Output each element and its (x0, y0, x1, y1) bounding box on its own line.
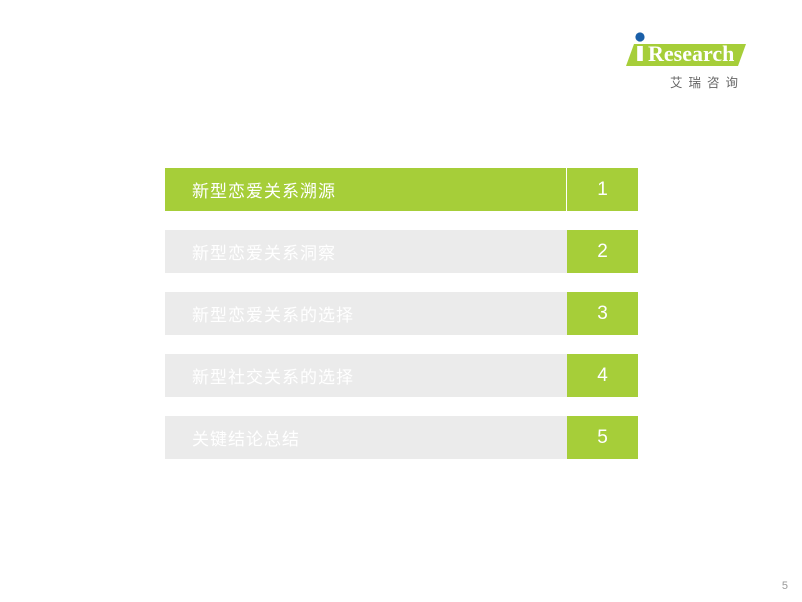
agenda-item-3[interactable]: 新型恋爱关系的选择 3 (165, 292, 638, 335)
slide-canvas: Research 艾瑞咨询 新型恋爱关系溯源 1 新型恋爱关系洞察 2 新型恋爱… (0, 0, 802, 602)
agenda-item-2-title: 新型恋爱关系洞察 (165, 230, 567, 273)
agenda-item-2-number: 2 (567, 230, 638, 273)
agenda-item-2[interactable]: 新型恋爱关系洞察 2 (165, 230, 638, 273)
agenda-list: 新型恋爱关系溯源 1 新型恋爱关系洞察 2 新型恋爱关系的选择 3 新型社交关系… (165, 168, 638, 459)
iresearch-logo: Research 艾瑞咨询 (566, 32, 746, 91)
logo-graphic: Research (626, 32, 746, 66)
agenda-item-1-number: 1 (566, 168, 638, 211)
logo-mark: Research (566, 32, 746, 66)
agenda-item-4-number: 4 (567, 354, 638, 397)
agenda-item-4-title: 新型社交关系的选择 (165, 354, 567, 397)
agenda-item-4[interactable]: 新型社交关系的选择 4 (165, 354, 638, 397)
agenda-item-3-number: 3 (567, 292, 638, 335)
agenda-item-5-number: 5 (567, 416, 638, 459)
svg-text:Research: Research (648, 41, 734, 66)
agenda-item-1-title: 新型恋爱关系溯源 (165, 168, 566, 211)
agenda-item-5-title: 关键结论总结 (165, 416, 567, 459)
logo-chinese-subtitle: 艾瑞咨询 (669, 76, 744, 90)
page-number: 5 (781, 580, 788, 592)
agenda-item-3-title: 新型恋爱关系的选择 (165, 292, 567, 335)
agenda-item-1[interactable]: 新型恋爱关系溯源 1 (165, 168, 638, 211)
agenda-item-5[interactable]: 关键结论总结 5 (165, 416, 638, 459)
